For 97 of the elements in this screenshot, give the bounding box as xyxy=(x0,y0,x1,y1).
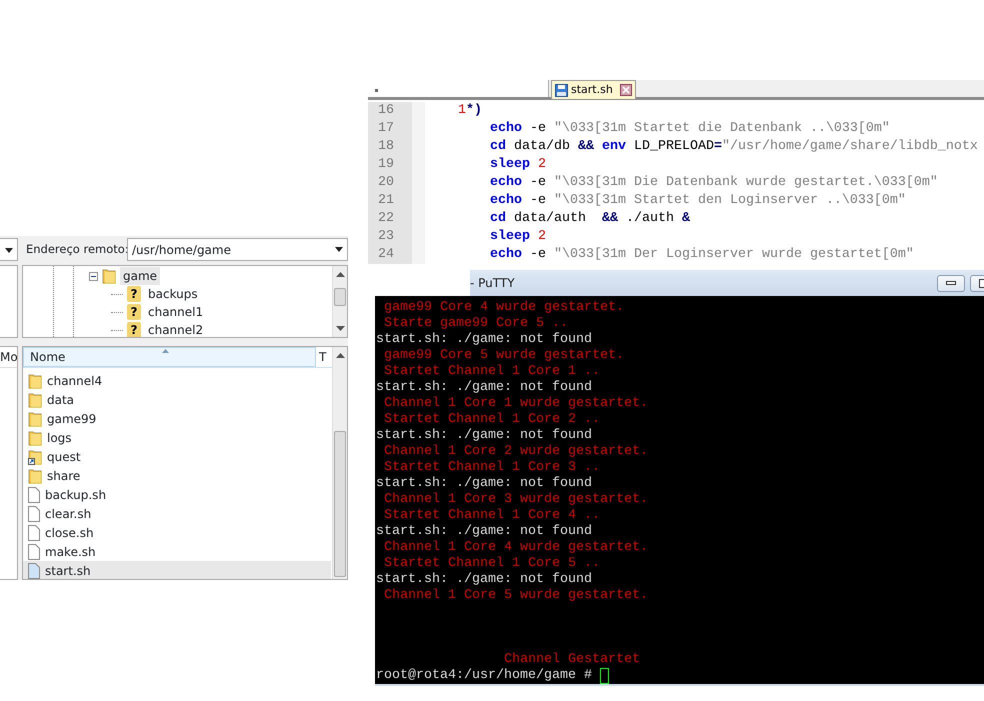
code-line: cd data/db && env LD_PRELOAD="/usr/home/game/share/libdb_notx xyxy=(489,138,978,156)
line-number: 23 xyxy=(368,228,412,246)
folder-icon xyxy=(102,268,116,284)
terminal-line: Startet Channel 1 Core 1 .. xyxy=(383,364,601,380)
terminal-line: start.sh: ./game: not found xyxy=(376,428,593,444)
code-line: echo -e "\033[31m Startet die Datenbank ..\033[0m" xyxy=(489,120,890,138)
minimize-button[interactable] xyxy=(937,274,965,292)
terminal-line: game99 Core 5 wurde gestartet. xyxy=(383,348,625,364)
close-icon[interactable] xyxy=(620,84,632,96)
terminal-line: start.sh: ./game: not found xyxy=(376,380,593,396)
column-header[interactable]: Mo xyxy=(0,347,17,367)
file-row[interactable]: clear.sh xyxy=(23,504,331,523)
terminal-line: Startet Channel 1 Core 3 .. xyxy=(383,460,601,476)
dropdown-caret-icon xyxy=(335,247,343,252)
window-title: - PuTTY xyxy=(470,275,516,292)
terminal-line: start.sh: ./game: not found xyxy=(376,476,593,492)
expander-button[interactable] xyxy=(89,272,98,280)
line-number: 19 xyxy=(368,156,412,174)
question-folder-icon: ? xyxy=(127,322,141,337)
folder-icon xyxy=(28,468,42,484)
text-cursor xyxy=(600,668,609,684)
file-row[interactable]: make.sh xyxy=(23,542,331,561)
dropdown-caret-icon xyxy=(5,248,13,253)
code-line: sleep 2 xyxy=(489,228,546,246)
code-line: sleep 2 xyxy=(489,156,546,174)
question-folder-icon: ? xyxy=(127,304,141,320)
code-line: 1*) xyxy=(457,102,482,120)
terminal-line: Startet Channel 1 Core 5 .. xyxy=(383,556,601,572)
terminal-line: Startet Channel 1 Core 2 .. xyxy=(383,412,601,428)
scroll-thumb[interactable] xyxy=(334,431,346,577)
address-label: Endereço remoto: xyxy=(25,240,127,258)
folder-icon xyxy=(28,430,42,446)
scroll-up-icon[interactable] xyxy=(336,352,345,358)
terminal-line: start.sh: ./game: not found xyxy=(376,572,593,588)
file-row[interactable]: share xyxy=(23,466,331,485)
scroll-up-icon[interactable] xyxy=(336,271,345,277)
terminal-line: Starte game99 Core 5 .. xyxy=(383,316,569,332)
file-row[interactable]: close.sh xyxy=(23,523,331,542)
scrollbar[interactable] xyxy=(332,266,347,337)
line-number: 18 xyxy=(368,138,412,156)
terminal-line: game99 Core 4 wurde gestartet. xyxy=(383,300,625,316)
question-folder-icon: ? xyxy=(127,286,141,302)
line-number: 17 xyxy=(368,120,412,138)
terminal-line: Startet Channel 1 Core 4 .. xyxy=(383,508,601,524)
file-icon xyxy=(28,506,40,522)
terminal-line: Channel Gestartet xyxy=(503,652,641,668)
tree-item[interactable]: channel2 xyxy=(145,321,206,337)
folder-shortcut-icon xyxy=(28,448,42,464)
scrollbar[interactable] xyxy=(332,347,347,579)
code-line: echo -e "\033[31m Startet den Loginserver ..\033[0m" xyxy=(489,192,906,210)
minimize-icon xyxy=(946,281,956,285)
file-icon xyxy=(28,524,40,540)
code-line: cd data/auth && ./auth & xyxy=(489,210,690,228)
code-token: env xyxy=(602,139,626,154)
terminal-line: Channel 1 Core 3 wurde gestartet. xyxy=(383,492,649,508)
line-number: 21 xyxy=(368,192,412,210)
code-line: echo -e "\033[31m Der Loginserver wurde gestartet[0m" xyxy=(489,246,914,264)
fold-margin xyxy=(412,246,425,264)
file-row[interactable]: game99 xyxy=(23,409,331,428)
terminal-line: start.sh: ./game: not found xyxy=(376,332,593,348)
file-row[interactable]: quest xyxy=(23,447,331,466)
remote-address-field[interactable]: /usr/home/game xyxy=(127,238,348,261)
sort-caret-icon xyxy=(162,349,169,353)
file-row[interactable]: data xyxy=(23,390,331,409)
terminal-prompt: root@rota4:/usr/home/game # xyxy=(376,668,592,683)
line-number: 22 xyxy=(368,210,412,228)
file-icon xyxy=(28,486,40,502)
code-token: 2 xyxy=(538,229,546,244)
tree-item[interactable]: channel1 xyxy=(145,303,206,321)
folder-icon xyxy=(28,392,42,408)
terminal-line: Channel 1 Core 5 wurde gestartet. xyxy=(383,588,649,604)
terminal-line: Channel 1 Core 2 wurde gestartet. xyxy=(383,444,649,460)
line-number: 16 xyxy=(368,102,412,120)
fold-margin xyxy=(412,102,425,120)
terminal-line: Channel 1 Core 4 wurde gestartet. xyxy=(383,540,649,556)
tree-item[interactable]: backups xyxy=(145,285,201,303)
tree-item[interactable]: game xyxy=(120,267,160,285)
local-path-dropdown[interactable] xyxy=(0,238,18,261)
scroll-thumb[interactable] xyxy=(334,288,346,306)
file-icon xyxy=(28,544,40,560)
column-header[interactable]: Nome xyxy=(23,347,316,367)
code-token: 2 xyxy=(538,157,546,172)
folder-icon xyxy=(28,410,42,426)
line-number: 24 xyxy=(368,246,412,264)
file-row[interactable]: backup.sh xyxy=(23,485,331,504)
file-row[interactable]: logs xyxy=(23,428,331,447)
file-row[interactable]: start.sh xyxy=(23,561,331,579)
column-header[interactable]: T xyxy=(316,347,332,367)
scroll-down-icon[interactable] xyxy=(336,326,345,332)
file-row[interactable]: channel4 xyxy=(23,371,331,390)
folder-icon xyxy=(28,372,42,388)
file-tab[interactable]: start.sh xyxy=(551,80,636,99)
code-line: echo -e "\033[31m Die Datenbank wurde gestartet.\033[0m" xyxy=(489,174,938,192)
line-number: 20 xyxy=(368,174,412,192)
terminal-line: Channel 1 Core 1 wurde gestartet. xyxy=(383,396,649,412)
terminal-line: start.sh: ./game: not found xyxy=(376,524,593,540)
file-icon xyxy=(28,562,40,578)
